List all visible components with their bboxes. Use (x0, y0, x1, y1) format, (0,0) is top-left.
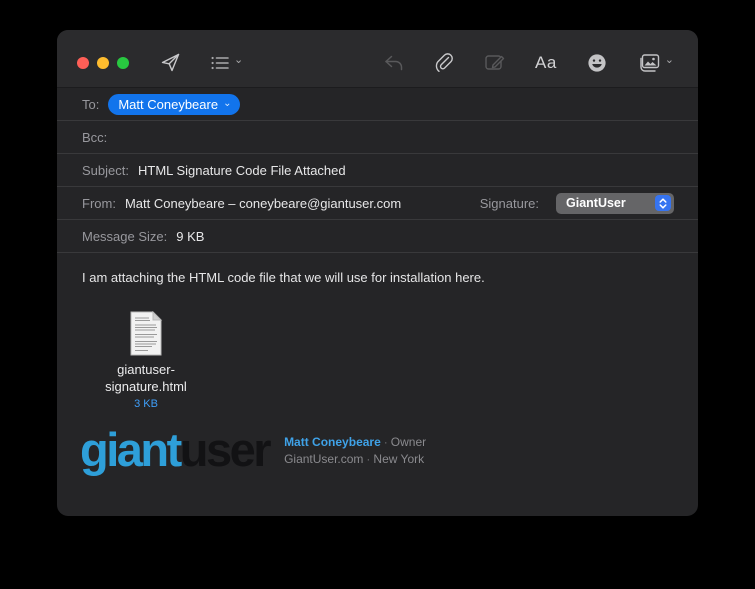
signature-name: Matt Coneybeare (284, 435, 381, 449)
window-controls (77, 57, 129, 69)
giantuser-logo: giantuser (80, 426, 269, 473)
from-label: From: (82, 196, 116, 211)
photo-browser-button[interactable]: ⌄ (633, 49, 678, 77)
desktop-background: ⌄ (0, 0, 755, 589)
logo-text-user: user (180, 423, 269, 476)
send-button[interactable] (156, 48, 185, 77)
toolbar-right-group: Aa (379, 48, 678, 78)
recipient-name: Matt Coneybeare (118, 97, 218, 112)
from-field[interactable]: From: Matt Coneybeare – coneybeare@giant… (57, 187, 698, 220)
separator-dot: · (384, 435, 388, 449)
signature-website: GiantUser.com (284, 452, 363, 466)
markup-pen-icon (484, 53, 505, 72)
signature-details: Matt Coneybeare·Owner GiantUser.com·New … (284, 430, 426, 469)
format-list-button[interactable]: ⌄ (207, 51, 247, 75)
attachment-filename: giantuser-signature.html (90, 361, 202, 396)
email-signature: giantuser Matt Coneybeare·Owner GiantUse… (80, 426, 673, 473)
signature-line-2: GiantUser.com·New York (284, 451, 426, 468)
subject-label: Subject: (82, 163, 129, 178)
paper-plane-icon (160, 52, 181, 73)
emoji-button[interactable] (583, 49, 611, 77)
message-body[interactable]: I am attaching the HTML code file that w… (57, 253, 698, 516)
paperclip-icon (434, 52, 454, 74)
separator-dot: · (366, 452, 370, 466)
zoom-window-button[interactable] (117, 57, 129, 69)
from-group: From: Matt Coneybeare – coneybeare@giant… (82, 196, 401, 211)
document-file-icon (90, 311, 202, 356)
subject-field[interactable]: Subject: HTML Signature Code File Attach… (57, 154, 698, 187)
toolbar: ⌄ (57, 30, 698, 88)
body-text: I am attaching the HTML code file that w… (82, 269, 673, 287)
chevron-down-icon: ⌄ (665, 55, 674, 66)
markup-button[interactable] (480, 49, 509, 76)
photos-icon (637, 53, 661, 73)
recipient-token[interactable]: Matt Coneybeare ⌄ (108, 94, 240, 115)
message-size-label: Message Size: (82, 229, 167, 244)
attachment[interactable]: giantuser-signature.html 3 KB (90, 311, 202, 410)
message-size-field: Message Size: 9 KB (57, 220, 698, 253)
format-button[interactable]: Aa (531, 49, 561, 77)
close-window-button[interactable] (77, 57, 89, 69)
signature-line-1: Matt Coneybeare·Owner (284, 434, 426, 451)
signature-role: Owner (391, 435, 426, 449)
message-size-value: 9 KB (176, 229, 204, 244)
attach-file-button[interactable] (430, 48, 458, 78)
chevron-down-icon: ⌄ (223, 98, 231, 109)
signature-location: New York (373, 452, 424, 466)
attachment-size: 3 KB (90, 398, 202, 410)
subject-value: HTML Signature Code File Attached (138, 163, 346, 178)
signature-selected-value: GiantUser (566, 196, 647, 210)
bullet-list-icon (211, 55, 230, 71)
smiley-icon (587, 53, 607, 73)
reply-button[interactable] (379, 50, 408, 76)
signature-group: Signature: GiantUser (480, 193, 674, 214)
chevron-down-icon: ⌄ (234, 55, 243, 66)
mail-compose-window: ⌄ (57, 30, 698, 516)
from-value: Matt Coneybeare – coneybeare@giantuser.c… (125, 196, 401, 211)
bcc-field[interactable]: Bcc: (57, 121, 698, 154)
to-label: To: (82, 97, 99, 112)
reply-arrow-icon (383, 54, 404, 72)
signature-label: Signature: (480, 196, 539, 211)
to-field[interactable]: To: Matt Coneybeare ⌄ (57, 88, 698, 121)
signature-select[interactable]: GiantUser (556, 193, 674, 214)
logo-text-giant: giant (80, 423, 180, 476)
format-text-icon: Aa (535, 53, 557, 73)
minimize-window-button[interactable] (97, 57, 109, 69)
select-stepper-icon (655, 195, 671, 211)
bcc-label: Bcc: (82, 130, 107, 145)
